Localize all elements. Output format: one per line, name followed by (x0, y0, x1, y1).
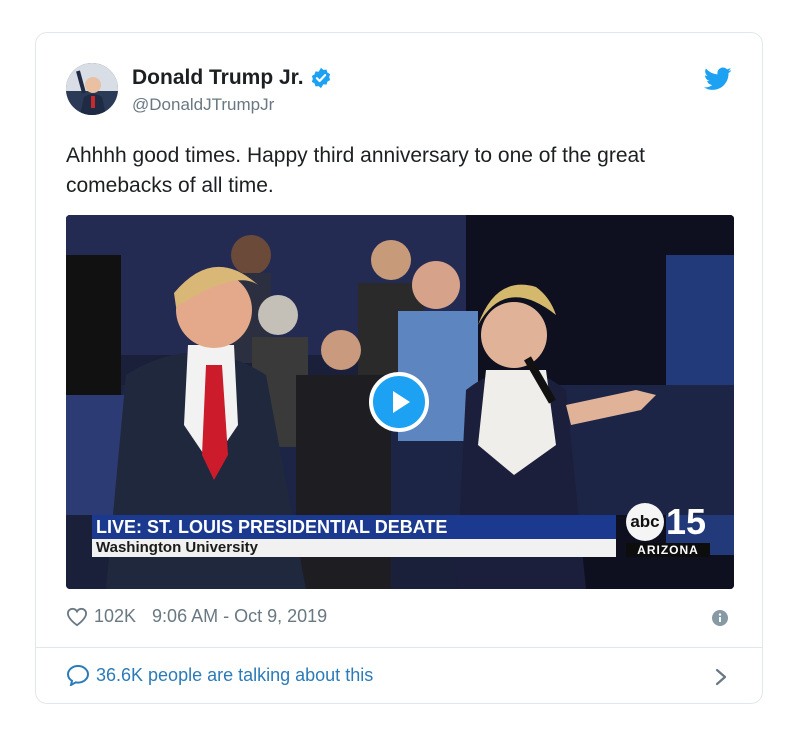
info-icon[interactable] (712, 610, 728, 626)
chyron-title: LIVE: ST. LOUIS PRESIDENTIAL DEBATE (92, 515, 616, 539)
author-handle[interactable]: @DonaldJTrumpJr (132, 95, 274, 115)
divider (36, 647, 762, 648)
tweet-card: Donald Trump Jr. @DonaldJTrumpJr Ahhhh g… (35, 32, 763, 704)
avatar[interactable] (66, 63, 118, 115)
profile-photo-icon (66, 63, 118, 115)
play-icon (393, 391, 410, 413)
abc-logo: abc (626, 503, 664, 541)
author-name[interactable]: Donald Trump Jr. (132, 66, 304, 90)
tweet-meta: 102K 9:06 AM - Oct 9, 2019 (66, 606, 327, 627)
chyron-subtitle: Washington University (92, 539, 616, 557)
station-region: ARIZONA (626, 543, 710, 557)
verified-badge-icon (311, 67, 330, 89)
tweet-timestamp[interactable]: 9:06 AM - Oct 9, 2019 (152, 606, 327, 627)
station-logo: abc 15 ARIZONA (626, 501, 712, 559)
video-player[interactable]: LIVE: ST. LOUIS PRESIDENTIAL DEBATE Wash… (66, 215, 734, 589)
play-button[interactable] (369, 372, 429, 432)
video-chyron: LIVE: ST. LOUIS PRESIDENTIAL DEBATE Wash… (92, 515, 616, 557)
heart-icon[interactable] (66, 607, 88, 627)
author-name-row[interactable]: Donald Trump Jr. (132, 66, 332, 90)
chevron-right-icon[interactable] (714, 667, 728, 687)
conversation-link[interactable]: 36.6K people are talking about this (66, 664, 373, 686)
twitter-bird-icon[interactable] (704, 67, 732, 91)
channel-number: 15 (666, 501, 707, 542)
reply-bubble-icon (66, 664, 90, 686)
tweet-text: Ahhhh good times. Happy third anniversar… (66, 144, 646, 197)
like-count[interactable]: 102K (94, 606, 136, 627)
talking-count-text[interactable]: 36.6K people are talking about this (96, 665, 373, 686)
